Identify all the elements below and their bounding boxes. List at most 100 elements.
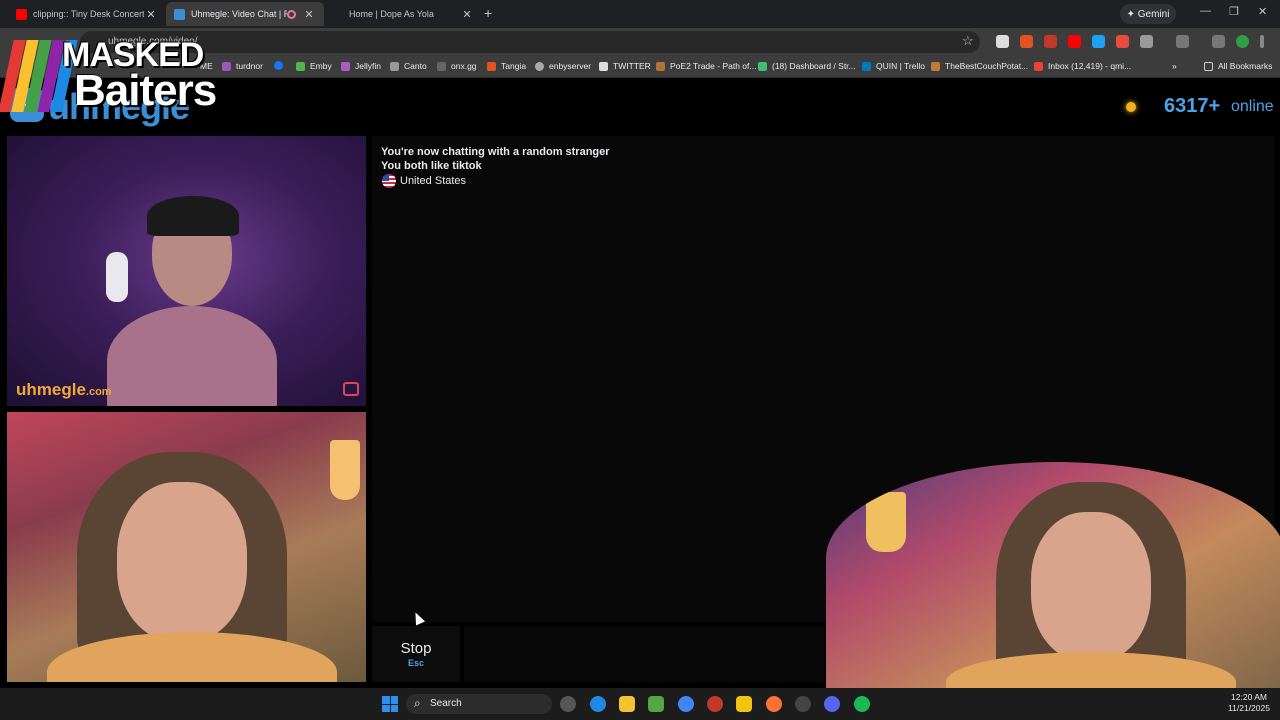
- taskbar-search-label: Search: [430, 698, 462, 709]
- facebook-icon: [274, 61, 283, 70]
- stop-button[interactable]: Stop Esc: [372, 626, 460, 682]
- restore-button[interactable]: ❐: [1229, 5, 1239, 18]
- gemini-label: Gemini: [1137, 8, 1170, 20]
- close-window-button[interactable]: ✕: [1258, 5, 1267, 18]
- spotify-icon[interactable]: [854, 696, 870, 712]
- windows-taskbar: [0, 688, 1280, 720]
- couch-icon: [931, 61, 940, 71]
- clock-time: 12:20 AM: [1231, 692, 1267, 702]
- bookmark-canto[interactable]: Canto: [390, 61, 427, 71]
- close-icon[interactable]: ✕: [460, 8, 474, 21]
- recording-icon: [287, 9, 296, 19]
- tab-youtube[interactable]: clipping:: Tiny Desk Concert - Y ✕: [8, 2, 166, 26]
- profile-avatar[interactable]: [1236, 35, 1249, 48]
- dashboard-icon: [758, 61, 767, 71]
- stranger-person: [107, 176, 277, 406]
- new-tab-button[interactable]: +: [484, 5, 492, 21]
- bookmark-turdnor[interactable]: turdnor: [222, 61, 263, 71]
- tab-label: Uhmegle: Video Chat | Ran: [191, 9, 287, 19]
- address-bar[interactable]: uhmegle.com/video/: [80, 31, 980, 53]
- gemini-button[interactable]: ✦ Gemini: [1120, 4, 1176, 24]
- minimize-button[interactable]: —: [1200, 5, 1211, 17]
- streamer-webcam-overlay: [826, 462, 1280, 702]
- bookmark-star-icon[interactable]: ☆: [962, 33, 974, 49]
- bookmark-label: turdnor: [236, 61, 263, 71]
- all-bookmarks-button[interactable]: All Bookmarks: [1204, 61, 1272, 71]
- stop-label: Stop: [400, 640, 432, 657]
- extension-icon[interactable]: [1116, 35, 1129, 48]
- online-label: online: [1231, 98, 1274, 115]
- emby-icon: [296, 61, 305, 71]
- video-watermark: uhmegle.com: [16, 380, 112, 399]
- bookmark-twitter[interactable]: TWITTER: [599, 61, 651, 71]
- bookmark-emby[interactable]: Emby: [296, 61, 332, 71]
- media-icon[interactable]: [1176, 35, 1189, 48]
- tangia-icon: [487, 61, 496, 71]
- bookmark-tangia[interactable]: Tangia: [487, 61, 526, 71]
- tab-uhmegle[interactable]: Uhmegle: Video Chat | Ran ✕: [166, 2, 324, 26]
- gmail-icon: [1034, 61, 1043, 71]
- extension-icon[interactable]: [1044, 35, 1057, 48]
- message-input[interactable]: [464, 626, 824, 682]
- chrome-icon[interactable]: [678, 696, 694, 712]
- stop-hotkey-hint: Esc: [407, 658, 424, 668]
- app-icon[interactable]: [707, 696, 723, 712]
- firefox-icon[interactable]: [766, 696, 782, 712]
- overlay-title-line2: Baiters: [74, 66, 217, 115]
- reading-list-icon[interactable]: [1212, 35, 1225, 48]
- bookmark-label: TheBestCouchPotat...: [945, 61, 1029, 71]
- bookmark-onx[interactable]: onx.gg: [437, 61, 477, 71]
- edge-icon[interactable]: [590, 696, 606, 712]
- tab-label: clipping:: Tiny Desk Concert - Y: [33, 9, 144, 19]
- report-icon[interactable]: [343, 382, 359, 396]
- headset-icon: [106, 252, 128, 302]
- self-person: [47, 432, 337, 682]
- chat-status-message: You're now chatting with a random strang…: [381, 146, 610, 158]
- extension-icon[interactable]: [1092, 35, 1105, 48]
- youtube-extension-icon[interactable]: [1068, 35, 1081, 48]
- bookmark-dashboard[interactable]: (18) Dashboard / Str...: [758, 61, 856, 71]
- bookmark-poe2-trade[interactable]: PoE2 Trade - Path of...: [656, 61, 756, 71]
- taskbar-clock[interactable]: 12:20 AM 11/21/2025: [1222, 692, 1276, 714]
- sticky-notes-icon[interactable]: [736, 696, 752, 712]
- jellyfin-icon: [341, 61, 350, 71]
- self-video: [7, 412, 366, 682]
- close-icon[interactable]: ✕: [302, 8, 316, 21]
- bookmark-enbyserver[interactable]: enbyserver: [535, 61, 591, 71]
- bookmark-trello[interactable]: QUIN | Trello: [862, 61, 925, 71]
- bookmark-label: enbyserver: [549, 61, 592, 71]
- task-view-icon[interactable]: [560, 696, 576, 712]
- bookmark-gmail-inbox[interactable]: Inbox (12,419) - qmi...: [1034, 61, 1131, 71]
- x-icon: [599, 61, 608, 71]
- extensions-puzzle-icon[interactable]: [1140, 35, 1153, 48]
- bookmark-label: onx.gg: [451, 61, 477, 71]
- bookmark-couch-potato[interactable]: TheBestCouchPotat...: [931, 61, 1028, 71]
- file-explorer-icon[interactable]: [619, 696, 635, 712]
- youtube-icon: [16, 8, 27, 20]
- trello-icon: [862, 61, 871, 71]
- bookmarks-overflow-icon[interactable]: »: [1172, 61, 1177, 71]
- app-icon[interactable]: [648, 696, 664, 712]
- taskbar-search[interactable]: Search: [406, 694, 552, 714]
- bookmark-label: TWITTER: [613, 61, 651, 71]
- tab-label: Home | Dope As Yola: [349, 9, 434, 19]
- lamp-icon: [866, 492, 906, 552]
- close-icon[interactable]: ✕: [144, 8, 158, 21]
- bookmark-facebook[interactable]: [274, 61, 288, 70]
- bookmark-jellyfin[interactable]: Jellyfin: [341, 61, 381, 71]
- bookmark-label: Canto: [404, 61, 427, 71]
- canto-icon: [390, 61, 399, 71]
- obs-icon[interactable]: [795, 696, 811, 712]
- tab-dope-as-yola[interactable]: Home | Dope As Yola ✕: [324, 2, 482, 26]
- globe-icon: [535, 61, 544, 71]
- uhmegle-icon: [174, 8, 185, 20]
- windows-start-icon[interactable]: [382, 696, 398, 712]
- lamp-icon: [330, 440, 360, 500]
- extension-fox-icon[interactable]: [1020, 35, 1033, 48]
- onx-icon: [437, 61, 446, 71]
- menu-kebab-icon[interactable]: [1260, 35, 1264, 48]
- stranger-video: [7, 136, 366, 406]
- extension-k-icon[interactable]: [996, 35, 1009, 48]
- us-flag-icon: [382, 174, 396, 188]
- discord-icon[interactable]: [824, 696, 840, 712]
